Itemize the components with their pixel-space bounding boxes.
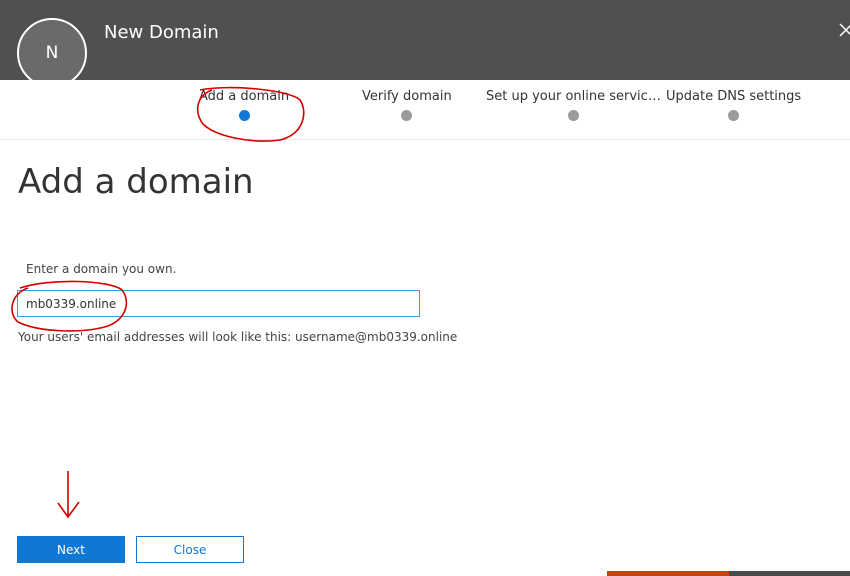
next-button[interactable]: Next <box>17 536 125 563</box>
step-label: Verify domain <box>362 89 452 104</box>
step-add-domain[interactable]: Add a domain <box>199 89 289 121</box>
step-dot <box>728 110 740 121</box>
dialog-header: N New Domain <box>0 0 850 88</box>
step-online-services[interactable]: Set up your online servic… <box>486 89 661 121</box>
step-update-dns[interactable]: Update DNS settings <box>666 89 801 121</box>
step-dot <box>401 110 413 121</box>
page-title: Add a domain <box>18 162 254 202</box>
domain-field-label: Enter a domain you own. <box>26 262 177 276</box>
step-dot <box>567 110 579 121</box>
bottom-accent-bar <box>607 571 729 576</box>
close-icon[interactable] <box>838 17 850 43</box>
email-format-hint: Your users' email addresses will look li… <box>18 330 458 344</box>
annotation-arrow <box>57 471 80 519</box>
avatar: N <box>17 18 87 88</box>
dialog-title: New Domain <box>104 22 219 43</box>
step-label: Add a domain <box>199 89 290 104</box>
step-label: Set up your online servic… <box>486 89 661 104</box>
step-label: Update DNS settings <box>666 89 802 104</box>
domain-input[interactable] <box>17 290 420 317</box>
step-dot-active <box>238 110 250 121</box>
step-verify-domain[interactable]: Verify domain <box>362 89 452 121</box>
wizard-steps: Add a domain Verify domain Set up your o… <box>0 80 850 140</box>
bottom-bar <box>729 571 850 576</box>
close-button[interactable]: Close <box>136 536 244 563</box>
